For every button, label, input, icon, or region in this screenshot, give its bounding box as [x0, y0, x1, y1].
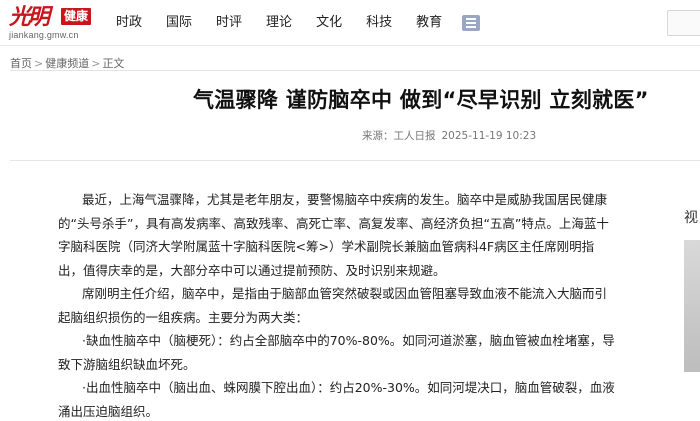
article-body: 最近，上海气温骤降，尤其是老年朋友，要警惕脑卒中疾病的发生。脑卒中是威胁我国居民…: [58, 188, 618, 421]
site-header: 光明 健康 jiankang.gmw.cn 时政 国际 时评 理论 文化 科技 …: [0, 0, 700, 46]
divider: [10, 160, 700, 161]
site-logo[interactable]: 光明 健康 jiankang.gmw.cn: [9, 5, 113, 41]
breadcrumb-current: 正文: [102, 57, 125, 70]
search-input[interactable]: [667, 10, 700, 36]
nav-item-education[interactable]: 教育: [404, 0, 454, 46]
nav-item-culture[interactable]: 文化: [304, 0, 354, 46]
article-paragraph: 最近，上海气温骤降，尤其是老年朋友，要警惕脑卒中疾病的发生。脑卒中是威胁我国居民…: [58, 192, 609, 278]
menu-icon[interactable]: [462, 15, 481, 31]
article-paragraph: 席刚明主任介绍，脑卒中，是指由于脑部血管突然破裂或因血管阻塞导致血液不能流入大脑…: [58, 286, 608, 325]
breadcrumb-separator: >: [34, 57, 44, 70]
article-meta: 来源：工人日报 2025-11-19 10:23: [362, 128, 536, 143]
nav-item-technology[interactable]: 科技: [354, 0, 404, 46]
nav-item-theory[interactable]: 理论: [254, 0, 304, 46]
divider: [10, 70, 700, 71]
article-paragraph: ·缺血性脑卒中（脑梗死）：约占全部脑卒中的70%-80%。如同河道淤塞，脑血管被…: [58, 333, 615, 372]
logo-channel-tag: 健康: [61, 8, 92, 25]
article-source: 来源：工人日报: [362, 130, 436, 142]
breadcrumb: 首页 > 健康频道 > 正文: [10, 55, 124, 71]
nav-item-commentary[interactable]: 时评: [204, 0, 254, 46]
breadcrumb-home[interactable]: 首页: [10, 57, 32, 70]
main-nav: 时政 国际 时评 理论 文化 科技 教育: [104, 0, 481, 46]
sidebar-title: 视: [684, 210, 698, 226]
logo-mark: 光明: [9, 4, 50, 30]
article-date: 2025-11-19 10:23: [441, 130, 537, 142]
article-title: 气温骤降 谨防脑卒中 做到“尽早识别 立刻就医”: [193, 88, 649, 112]
nav-item-politics[interactable]: 时政: [104, 0, 154, 46]
nav-item-international[interactable]: 国际: [154, 0, 204, 46]
sidebar-thumbnail[interactable]: [684, 240, 700, 372]
article-paragraph: ·出血性脑卒中（脑出血、蛛网膜下腔出血）：约占20%-30%。如同河堤决口，脑血…: [58, 380, 615, 419]
breadcrumb-separator: >: [91, 57, 101, 70]
breadcrumb-health-channel[interactable]: 健康频道: [45, 57, 89, 70]
logo-url: jiankang.gmw.cn: [9, 30, 79, 40]
